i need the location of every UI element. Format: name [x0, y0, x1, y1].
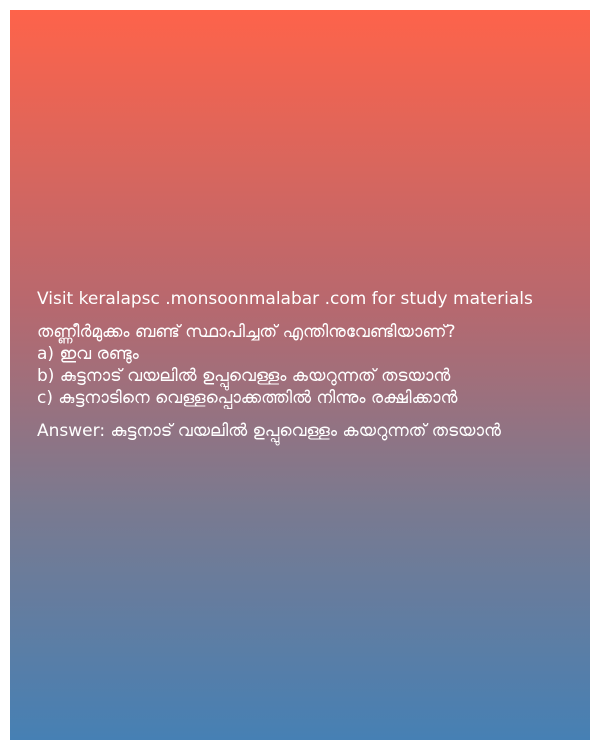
option-b: b) കുട്ടനാട് വയലിൽ ഉപ്പുവെള്ളം കയറുന്നത്…	[37, 366, 451, 386]
option-a: a) ഇവ രണ്ടും	[37, 344, 139, 364]
question-text: തണ്ണീർമുക്കം ബണ്ട് സ്ഥാപിച്ചത് എന്തിനുവേ…	[37, 322, 456, 342]
question-content: Visit keralapsc .monsoonmalabar .com for…	[37, 288, 582, 442]
study-materials-text: Visit keralapsc .monsoonmalabar .com for…	[37, 289, 533, 309]
option-c: c) കുട്ടനാടിനെ വെള്ളപ്പൊക്കത്തിൽ നിന്നും…	[37, 388, 458, 408]
answer-text: Answer: കുട്ടനാട് വയലിൽ ഉപ്പുവെള്ളം കയറു…	[37, 421, 501, 441]
question-card: Visit keralapsc .monsoonmalabar .com for…	[10, 10, 590, 740]
